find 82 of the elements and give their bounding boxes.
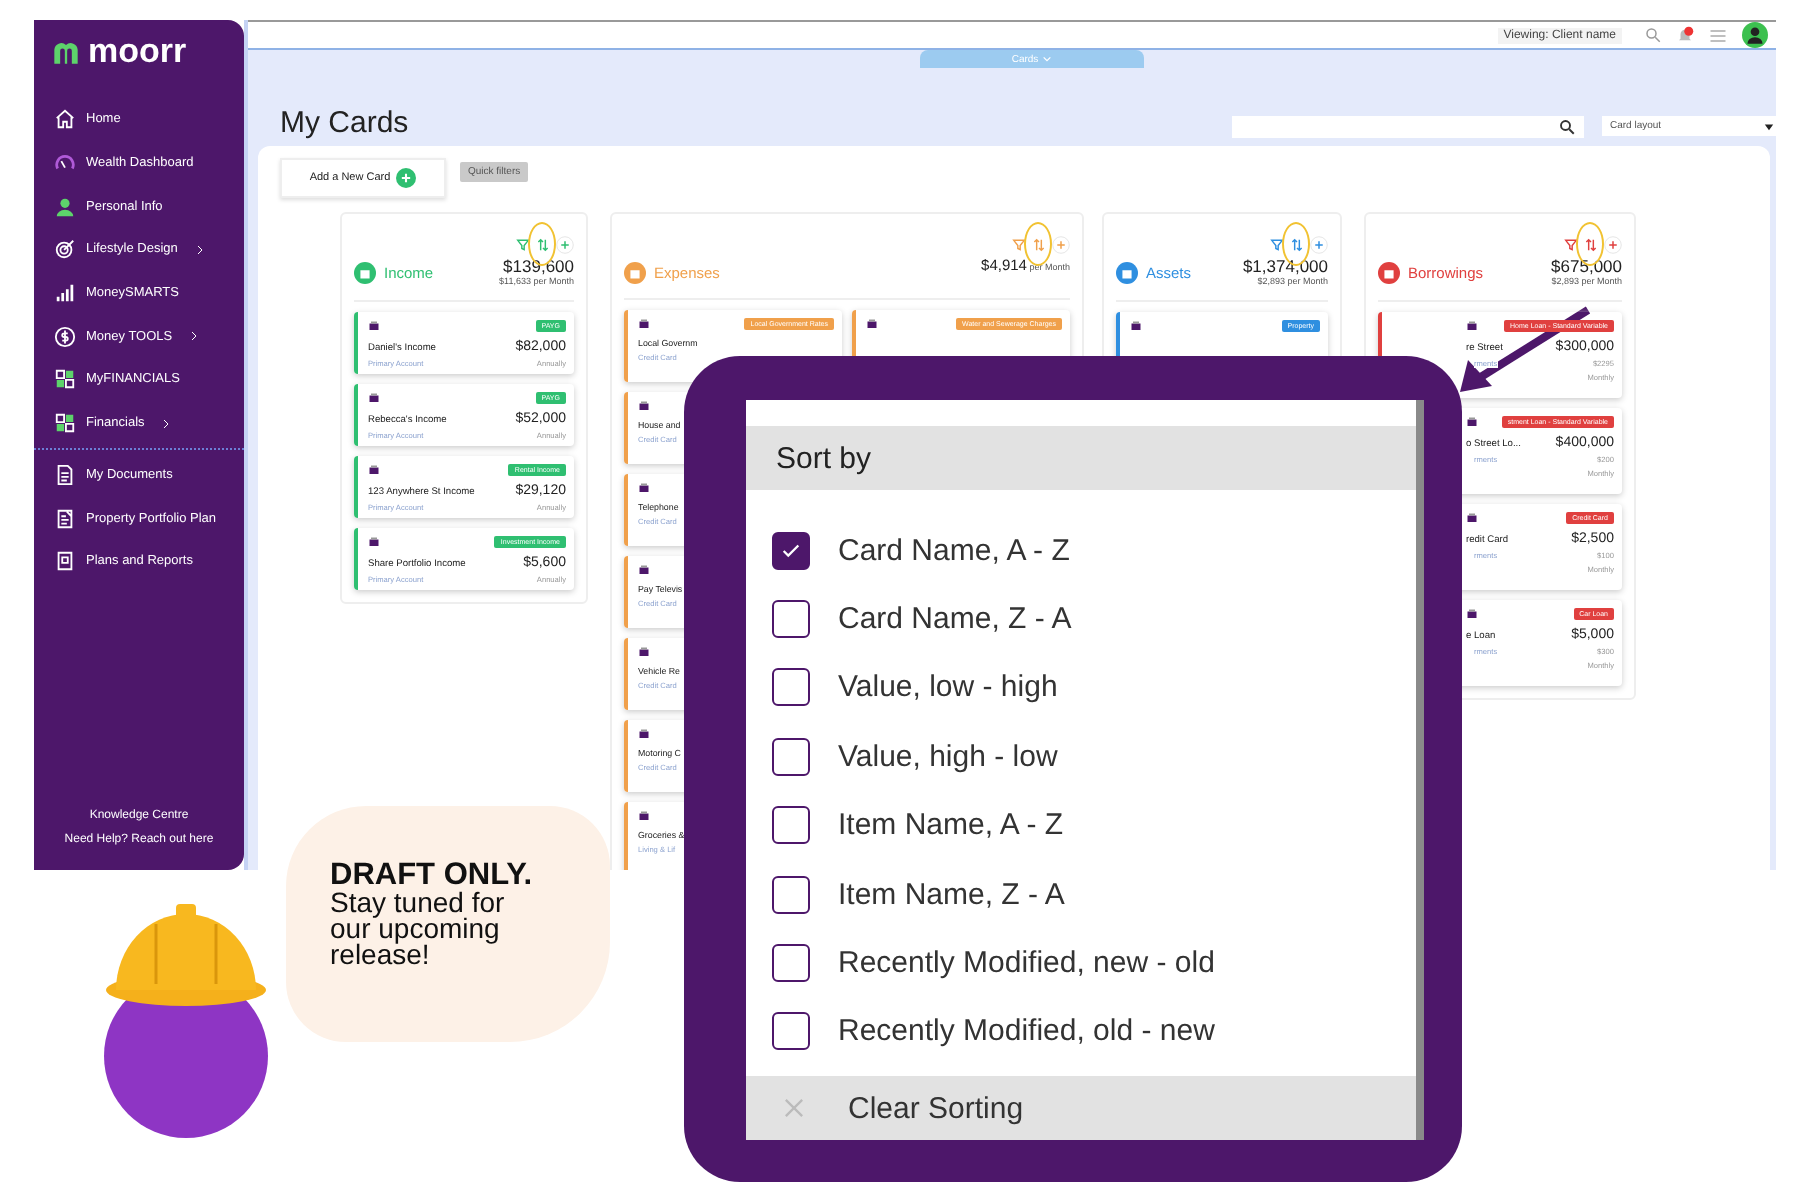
wallet-icon <box>866 318 878 330</box>
grid-icon <box>54 368 76 391</box>
wallet-icon <box>368 320 380 332</box>
wallet-icon <box>1130 320 1142 332</box>
avatar-icon[interactable] <box>1742 22 1768 48</box>
sort-option[interactable]: Recently Modified, old - new <box>746 997 1416 1067</box>
checkbox[interactable] <box>772 600 810 639</box>
option-label: Value, low - high <box>838 670 1058 705</box>
sort-option[interactable]: Recently Modified, new - old <box>746 928 1416 998</box>
wallet-icon <box>638 728 650 740</box>
document-icon <box>54 507 76 530</box>
sort-icon[interactable] <box>1584 237 1598 251</box>
brand-name: moorr <box>88 34 187 70</box>
caret-icon <box>1764 121 1774 131</box>
option-label: Recently Modified, new - old <box>838 946 1215 981</box>
caret-icon <box>1042 54 1053 64</box>
close-icon <box>780 1094 808 1122</box>
sort-icon[interactable] <box>536 237 550 251</box>
checkbox[interactable] <box>772 875 810 914</box>
checkbox[interactable] <box>772 737 810 776</box>
wallet-icon <box>368 536 380 548</box>
person-icon <box>54 195 76 218</box>
document-icon <box>54 550 76 573</box>
grid-icon <box>54 412 76 435</box>
search-icon[interactable] <box>1644 26 1662 44</box>
wallet-icon <box>638 810 650 822</box>
sort-option[interactable]: Item Name, A - Z <box>746 791 1416 860</box>
option-label: Card Name, A - Z <box>838 533 1070 568</box>
bell-icon[interactable] <box>1676 26 1694 44</box>
checkbox[interactable] <box>772 806 810 845</box>
column-total: $139,600 <box>501 256 574 276</box>
add-icon[interactable] <box>1052 235 1070 253</box>
wallet-icon <box>638 318 650 330</box>
checkbox[interactable] <box>772 668 810 707</box>
clear-sorting-button[interactable]: Clear Sorting <box>746 1076 1416 1140</box>
target-icon <box>54 238 76 261</box>
check-icon <box>780 539 802 562</box>
notice-text: Stay tuned for our upcoming release! <box>330 890 507 968</box>
wallet-icon <box>1466 512 1478 524</box>
plus-icon <box>396 168 417 188</box>
wallet-icon <box>368 392 380 404</box>
option-label: Item Name, A - Z <box>838 808 1064 843</box>
option-label: Recently Modified, old - new <box>838 1014 1215 1049</box>
filter-icon[interactable] <box>1270 237 1284 251</box>
wallet-icon <box>1466 416 1478 428</box>
logo-icon <box>50 38 82 66</box>
filter-icon[interactable] <box>1564 237 1578 251</box>
column-total: $1,374,000 <box>1242 256 1328 276</box>
checkbox[interactable] <box>772 944 810 983</box>
sort-menu-title: Sort by <box>746 426 1416 490</box>
add-icon[interactable] <box>1604 235 1622 253</box>
home-icon <box>54 108 76 131</box>
sort-icon[interactable] <box>1032 237 1046 251</box>
sort-option[interactable]: Value, high - low <box>746 722 1416 792</box>
document-icon <box>54 463 76 486</box>
filter-icon[interactable] <box>1012 237 1026 251</box>
checkbox[interactable] <box>772 531 810 570</box>
notice-heading: DRAFT ONLY. <box>330 862 535 890</box>
option-label: Item Name, Z - A <box>838 877 1065 912</box>
bar-chart-icon <box>54 282 76 305</box>
sort-option[interactable]: Item Name, Z - A <box>746 859 1416 929</box>
sort-icon[interactable] <box>1290 237 1304 251</box>
menu-icon[interactable] <box>1708 25 1728 45</box>
wallet-icon <box>638 482 650 494</box>
gauge-icon <box>54 152 76 175</box>
column-total: $675,000 <box>1551 256 1622 276</box>
page-title: My Cards <box>280 108 409 140</box>
option-label: Value, high - low <box>838 739 1058 774</box>
add-icon[interactable] <box>1310 235 1328 253</box>
filter-icon[interactable] <box>516 237 530 251</box>
dollar-icon <box>54 325 76 348</box>
wallet-icon <box>368 464 380 476</box>
wallet-icon <box>1466 320 1478 332</box>
search-field[interactable] <box>1232 116 1584 138</box>
add-icon[interactable] <box>556 235 574 253</box>
wallet-icon <box>638 400 650 412</box>
wallet-icon <box>1466 608 1478 620</box>
option-label: Card Name, Z - A <box>838 602 1072 637</box>
checkbox[interactable] <box>772 1012 810 1051</box>
wallet-icon <box>638 646 650 658</box>
wallet-icon <box>638 564 650 576</box>
search-icon <box>1558 118 1576 136</box>
